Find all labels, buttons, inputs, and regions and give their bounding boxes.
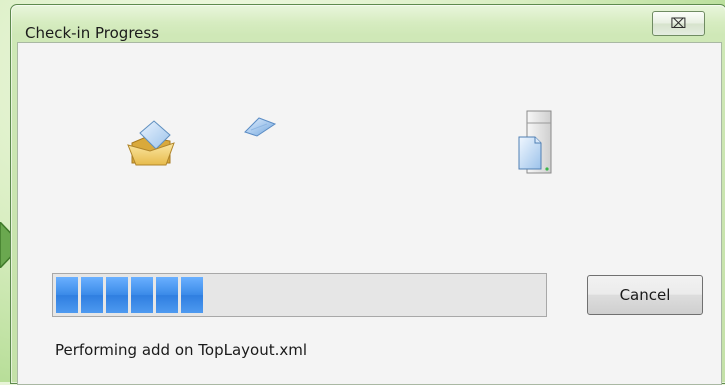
progress-segment bbox=[81, 277, 103, 313]
check-in-progress-dialog: Check-in Progress ⌧ Cancel Performing ad… bbox=[10, 4, 725, 385]
open-folder-icon bbox=[127, 120, 175, 166]
progress-segment bbox=[56, 277, 78, 313]
dialog-body: Cancel Performing add on TopLayout.xml bbox=[17, 42, 722, 385]
cancel-button[interactable]: Cancel bbox=[587, 275, 703, 315]
close-button[interactable]: ⌧ bbox=[652, 11, 705, 36]
progress-segment bbox=[131, 277, 153, 313]
progress-bar bbox=[52, 273, 547, 317]
progress-fill bbox=[56, 277, 203, 313]
status-text: Performing add on TopLayout.xml bbox=[55, 341, 308, 359]
progress-segment bbox=[156, 277, 178, 313]
server-document-icon bbox=[518, 110, 552, 174]
titlebar: Check-in Progress ⌧ bbox=[11, 5, 725, 42]
window-title: Check-in Progress bbox=[25, 24, 160, 42]
close-icon: ⌧ bbox=[670, 15, 687, 32]
flying-document-icon bbox=[244, 117, 277, 137]
progress-segment bbox=[181, 277, 203, 313]
progress-segment bbox=[106, 277, 128, 313]
